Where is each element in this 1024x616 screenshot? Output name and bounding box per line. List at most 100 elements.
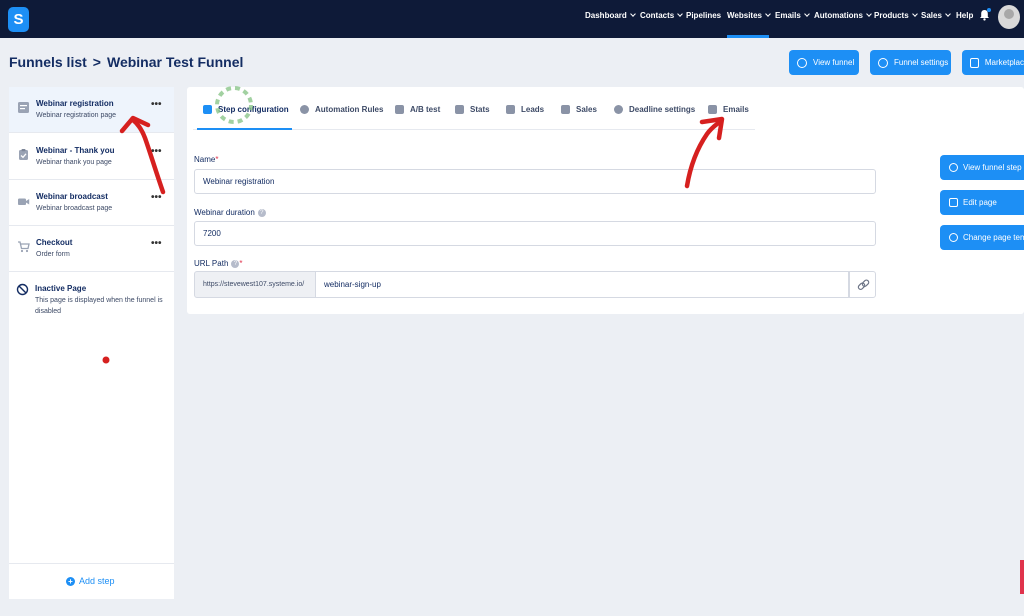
tab-sales[interactable]: Sales bbox=[561, 105, 597, 114]
url-path-field[interactable]: webinar-sign-up bbox=[316, 271, 849, 298]
link-icon bbox=[857, 279, 870, 290]
webinar-duration-field[interactable]: 7200 bbox=[194, 221, 876, 246]
nav-automations-label: Automations bbox=[814, 11, 863, 20]
view-funnel-step-button[interactable]: View funnel step bbox=[940, 155, 1024, 180]
view-funnel-label: View funnel bbox=[813, 58, 855, 67]
step-menu-icon[interactable]: ••• bbox=[151, 238, 163, 249]
step-subtitle: Webinar broadcast page bbox=[36, 205, 113, 212]
breadcrumb-funnels-list[interactable]: Funnels list bbox=[9, 54, 87, 70]
funnel-settings-button[interactable]: Funnel settings bbox=[870, 50, 951, 75]
step-menu-icon[interactable]: ••• bbox=[151, 192, 163, 203]
ban-icon bbox=[16, 283, 29, 296]
nav-websites[interactable]: Websites bbox=[727, 11, 771, 20]
nav-sales-label: Sales bbox=[921, 11, 942, 20]
tab-automation-rules[interactable]: Automation Rules bbox=[300, 105, 383, 114]
change-page-template-label: Change page temp bbox=[963, 233, 1024, 242]
name-label: Name* bbox=[194, 155, 218, 164]
tab-label: Step configuration bbox=[218, 105, 289, 114]
nav-websites-label: Websites bbox=[727, 11, 762, 20]
nav-help[interactable]: Help bbox=[956, 11, 973, 20]
required-mark: * bbox=[239, 259, 243, 268]
mail-icon bbox=[708, 105, 717, 114]
required-mark: * bbox=[215, 155, 219, 164]
app-logo[interactable]: S bbox=[8, 7, 29, 32]
step-webinar-registration[interactable]: Webinar registration Webinar registratio… bbox=[9, 87, 174, 133]
top-navbar: S Dashboard Contacts Pipelines Websites … bbox=[0, 0, 1024, 38]
tab-label: Sales bbox=[576, 105, 597, 114]
copy-link-button[interactable] bbox=[849, 271, 876, 298]
leads-icon bbox=[506, 105, 515, 114]
plus-circle-icon: + bbox=[66, 577, 75, 586]
view-funnel-step-label: View funnel step bbox=[963, 163, 1022, 172]
help-icon[interactable]: ? bbox=[257, 208, 266, 217]
step-webinar-thank-you[interactable]: Webinar - Thank you Webinar thank you pa… bbox=[9, 133, 174, 180]
tab-deadline-settings[interactable]: Deadline settings bbox=[614, 105, 695, 114]
step-title: Webinar broadcast bbox=[36, 192, 108, 201]
chevron-down-icon bbox=[677, 11, 684, 17]
nav-pipelines[interactable]: Pipelines bbox=[686, 11, 721, 20]
url-path-label: URL Path? * bbox=[194, 259, 243, 268]
marketplace-label: Marketplac bbox=[984, 58, 1024, 67]
chevron-down-icon bbox=[866, 11, 872, 17]
add-step-button[interactable]: + Add step bbox=[9, 563, 174, 599]
tab-ab-test[interactable]: A/B test bbox=[395, 105, 440, 114]
nav-products[interactable]: Products bbox=[874, 11, 918, 20]
tab-label: Emails bbox=[723, 105, 749, 114]
step-menu-icon[interactable]: ••• bbox=[151, 146, 163, 157]
nav-help-label: Help bbox=[956, 11, 974, 20]
ab-test-icon bbox=[395, 105, 404, 114]
page-icon bbox=[18, 102, 29, 113]
nav-contacts[interactable]: Contacts bbox=[640, 11, 684, 20]
step-checkout[interactable]: Checkout Order form ••• bbox=[9, 226, 174, 272]
name-field[interactable]: Webinar registration bbox=[194, 169, 876, 194]
marketplace-icon bbox=[970, 57, 979, 68]
chevron-down-icon bbox=[765, 11, 771, 17]
nav-emails-label: Emails bbox=[775, 11, 801, 20]
step-menu-icon[interactable]: ••• bbox=[151, 99, 163, 110]
nav-sales[interactable]: Sales bbox=[921, 11, 951, 20]
nav-dashboard-label: Dashboard bbox=[585, 11, 627, 20]
tab-step-configuration[interactable]: Step configuration bbox=[203, 105, 289, 114]
marketplace-button[interactable]: Marketplac bbox=[962, 50, 1024, 75]
avatar[interactable] bbox=[998, 5, 1020, 29]
chevron-down-icon bbox=[803, 11, 810, 17]
tab-label: Automation Rules bbox=[315, 105, 384, 114]
nav-pipelines-label: Pipelines bbox=[686, 11, 722, 20]
tab-label: Stats bbox=[470, 105, 490, 114]
edit-icon bbox=[949, 198, 958, 207]
tab-label: A/B test bbox=[410, 105, 441, 114]
stats-icon bbox=[455, 105, 464, 114]
step-description: This page is displayed when the funnel i… bbox=[35, 297, 163, 315]
step-subtitle: Webinar thank you page bbox=[36, 159, 112, 166]
tab-stats[interactable]: Stats bbox=[455, 105, 490, 114]
chevron-down-icon bbox=[945, 11, 951, 17]
tab-label: Deadline settings bbox=[629, 105, 696, 114]
change-page-template-button[interactable]: Change page temp bbox=[940, 225, 1024, 250]
nav-emails[interactable]: Emails bbox=[775, 11, 810, 20]
url-label-text: URL Path bbox=[194, 259, 229, 268]
edit-page-button[interactable]: Edit page bbox=[940, 190, 1024, 215]
breadcrumb-separator: > bbox=[92, 54, 101, 70]
tab-label: Leads bbox=[521, 105, 545, 114]
eye-icon bbox=[949, 163, 958, 172]
step-title: Checkout bbox=[36, 238, 73, 247]
active-tab-underline bbox=[197, 128, 292, 130]
tab-leads[interactable]: Leads bbox=[506, 105, 544, 114]
nav-automations[interactable]: Automations bbox=[814, 11, 872, 20]
step-subtitle: Order form bbox=[36, 251, 70, 258]
funnel-steps-sidebar: Webinar registration Webinar registratio… bbox=[9, 87, 174, 599]
config-icon bbox=[203, 105, 212, 114]
tab-emails[interactable]: Emails bbox=[708, 105, 749, 114]
view-funnel-button[interactable]: View funnel bbox=[789, 50, 859, 75]
breadcrumb: Funnels list > Webinar Test Funnel bbox=[9, 54, 243, 70]
bolt-icon bbox=[300, 105, 309, 114]
video-camera-icon bbox=[18, 198, 30, 205]
clock-icon bbox=[614, 105, 623, 114]
nav-active-indicator bbox=[727, 35, 769, 38]
step-webinar-broadcast[interactable]: Webinar broadcast Webinar broadcast page… bbox=[9, 180, 174, 226]
nav-products-label: Products bbox=[874, 11, 909, 20]
duration-label-text: Webinar duration bbox=[194, 208, 255, 217]
step-inactive-page[interactable]: Inactive Page This page is displayed whe… bbox=[9, 272, 174, 324]
webinar-duration-label: Webinar duration? bbox=[194, 208, 266, 217]
nav-dashboard[interactable]: Dashboard bbox=[585, 11, 636, 20]
